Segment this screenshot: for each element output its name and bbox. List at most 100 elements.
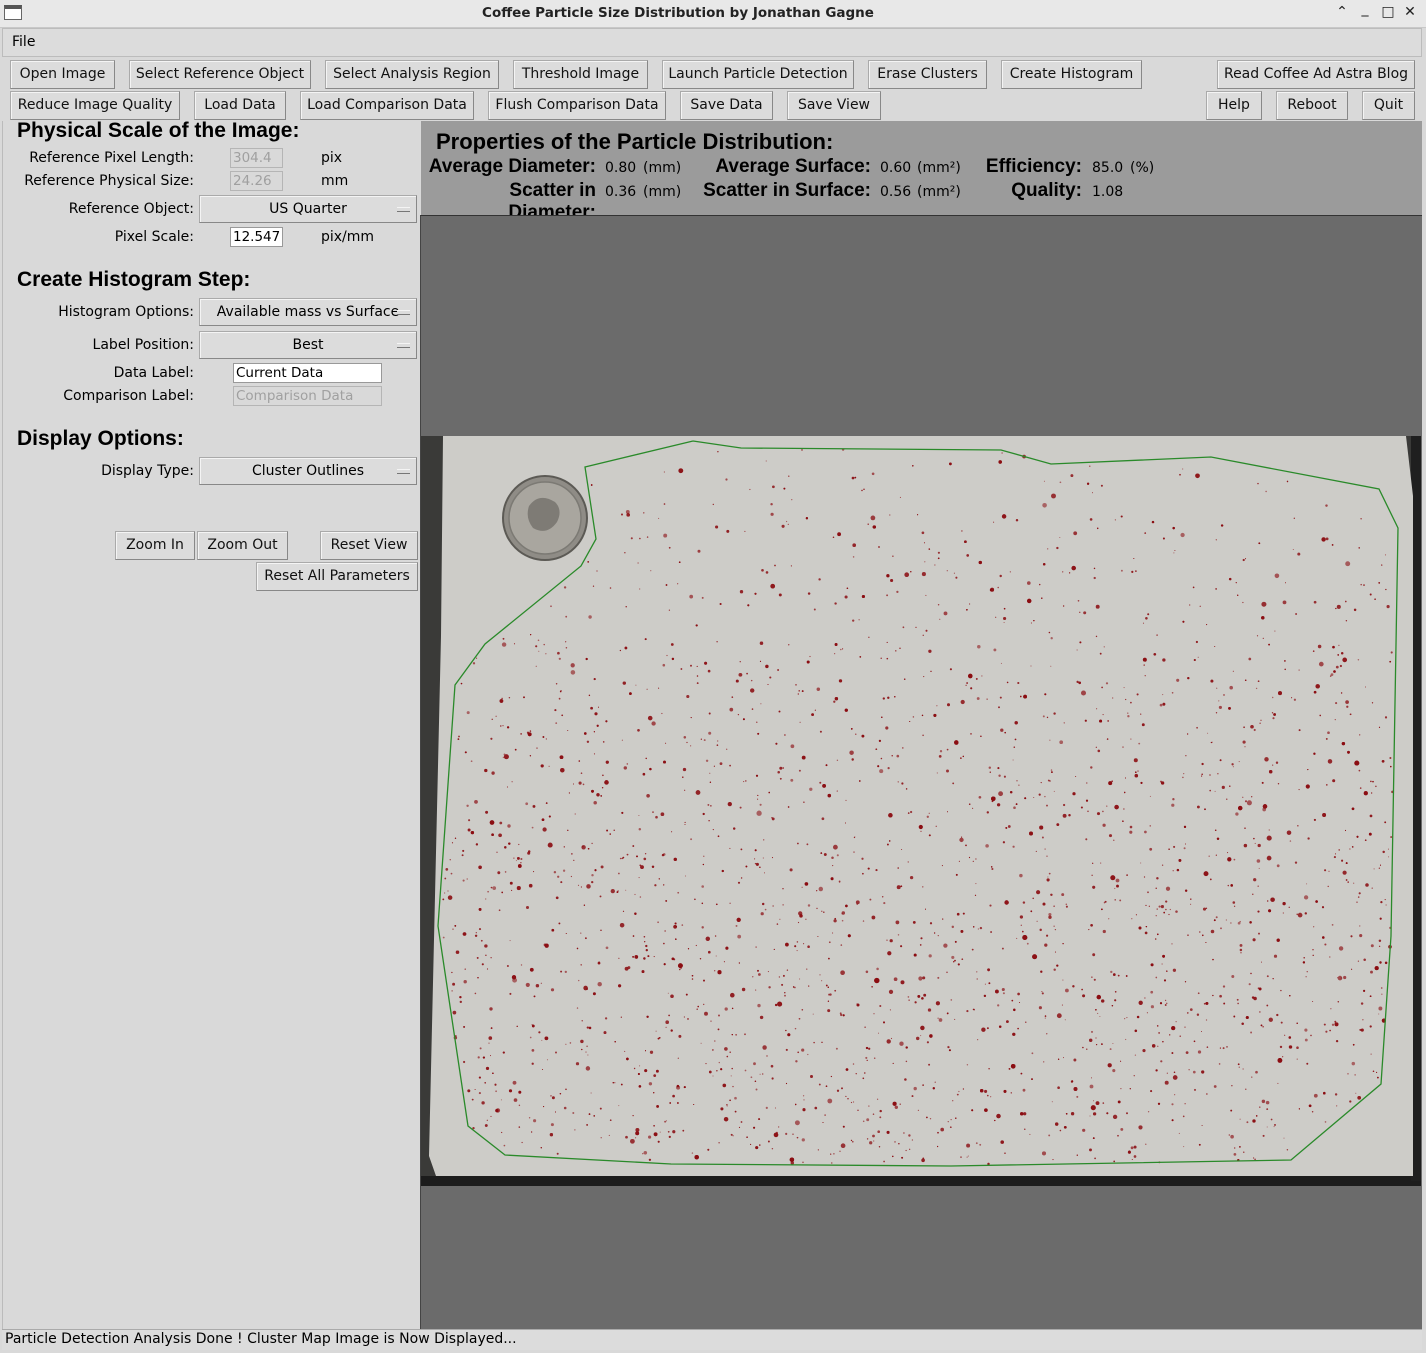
particle <box>966 554 970 557</box>
particle <box>613 829 615 831</box>
particle <box>996 803 1001 807</box>
zoom-out-button[interactable]: Zoom Out <box>197 531 288 560</box>
particle <box>1296 1046 1299 1049</box>
particle <box>1237 1063 1240 1066</box>
particle <box>1342 870 1347 875</box>
particle <box>476 956 479 959</box>
particle <box>757 794 759 796</box>
open-image-button[interactable]: Open Image <box>10 60 115 89</box>
particle <box>452 982 456 986</box>
launch-particle-detection-button[interactable]: Launch Particle Detection <box>662 60 854 89</box>
load-data-button[interactable]: Load Data <box>194 91 286 120</box>
particle <box>1230 1134 1234 1139</box>
shade-window-icon[interactable]: ⌃ <box>1333 4 1351 20</box>
display-type-dropdown[interactable]: Cluster Outlines <box>199 457 417 485</box>
reset-all-parameters-button[interactable]: Reset All Parameters <box>256 562 418 591</box>
particle <box>1048 631 1051 634</box>
particle <box>926 1041 929 1044</box>
help-button[interactable]: Help <box>1206 91 1262 120</box>
particle <box>762 1073 764 1075</box>
particle <box>1197 992 1200 995</box>
particle <box>1024 797 1027 800</box>
particle <box>596 793 600 797</box>
scatter-diameter-unit: (mm) <box>643 184 682 200</box>
particle <box>1038 793 1041 796</box>
particle <box>619 857 622 860</box>
particle <box>550 605 552 608</box>
particle <box>778 593 782 597</box>
particle <box>541 818 545 822</box>
particle <box>759 660 762 662</box>
particle <box>1160 1060 1163 1063</box>
particle <box>761 902 765 906</box>
create-histogram-button[interactable]: Create Histogram <box>1001 60 1142 89</box>
particle <box>882 697 885 700</box>
particle <box>1193 658 1196 662</box>
select-reference-object-button[interactable]: Select Reference Object <box>129 60 311 89</box>
particle <box>867 867 870 870</box>
particle <box>503 754 509 760</box>
save-view-button[interactable]: Save View <box>787 91 881 120</box>
particle <box>821 817 825 821</box>
pixel-scale-field[interactable]: 12.547 <box>230 227 283 247</box>
particle <box>883 1021 885 1024</box>
particle <box>899 496 901 498</box>
select-analysis-region-button[interactable]: Select Analysis Region <box>325 60 499 89</box>
label-position-dropdown[interactable]: Best <box>199 331 417 359</box>
particle <box>533 995 536 998</box>
particle <box>1013 1008 1016 1012</box>
reduce-image-quality-button[interactable]: Reduce Image Quality <box>10 91 180 120</box>
particle <box>457 738 460 740</box>
histogram-options-dropdown[interactable]: Available mass vs Surface <box>199 298 417 326</box>
particle <box>821 1041 823 1044</box>
ref-object-dropdown[interactable]: US Quarter <box>199 195 417 223</box>
particle <box>593 800 597 805</box>
erase-clusters-button[interactable]: Erase Clusters <box>868 60 987 89</box>
particle <box>1242 1068 1244 1070</box>
particle <box>1141 723 1145 727</box>
particle <box>1244 827 1246 829</box>
particle <box>635 684 637 686</box>
particle <box>1370 792 1373 794</box>
particle <box>1144 830 1147 834</box>
particle <box>449 859 451 861</box>
particle <box>1102 929 1106 934</box>
image-canvas[interactable] <box>420 215 1422 1329</box>
minimize-icon[interactable]: _ <box>1356 1 1374 17</box>
particle <box>772 905 774 907</box>
read-blog-button[interactable]: Read Coffee Ad Astra Blog <box>1217 60 1415 89</box>
load-comparison-data-button[interactable]: Load Comparison Data <box>300 91 474 120</box>
particle <box>879 1004 882 1008</box>
threshold-image-button[interactable]: Threshold Image <box>513 60 648 89</box>
particle <box>530 1131 533 1133</box>
particle <box>516 1025 518 1028</box>
particle <box>1112 1069 1116 1073</box>
particle <box>1184 981 1187 983</box>
particle <box>1117 1100 1121 1104</box>
particle <box>1090 766 1093 769</box>
particle <box>1017 1027 1019 1030</box>
quit-button[interactable]: Quit <box>1362 91 1415 120</box>
particle <box>1091 492 1094 494</box>
menu-file[interactable]: File <box>12 34 35 50</box>
particle <box>625 1135 628 1139</box>
particle <box>1289 994 1291 997</box>
save-data-button[interactable]: Save Data <box>680 91 773 120</box>
particle <box>1334 718 1336 721</box>
reset-view-button[interactable]: Reset View <box>320 531 418 560</box>
data-label-field[interactable]: Current Data <box>233 363 382 383</box>
maximize-icon[interactable]: □ <box>1379 4 1397 20</box>
particle <box>695 790 701 795</box>
scatter-diameter-value: 0.36 <box>605 184 637 200</box>
reboot-button[interactable]: Reboot <box>1276 91 1348 120</box>
particle <box>922 1084 924 1086</box>
particle <box>1125 1038 1127 1041</box>
particle <box>1212 958 1214 961</box>
flush-comparison-data-button[interactable]: Flush Comparison Data <box>488 91 666 120</box>
close-icon[interactable]: ✕ <box>1401 4 1419 20</box>
cluster-map-image[interactable] <box>421 436 1421 1186</box>
zoom-in-button[interactable]: Zoom In <box>115 531 195 560</box>
particle <box>1323 1091 1326 1095</box>
particle <box>742 718 745 721</box>
particle <box>991 867 994 871</box>
